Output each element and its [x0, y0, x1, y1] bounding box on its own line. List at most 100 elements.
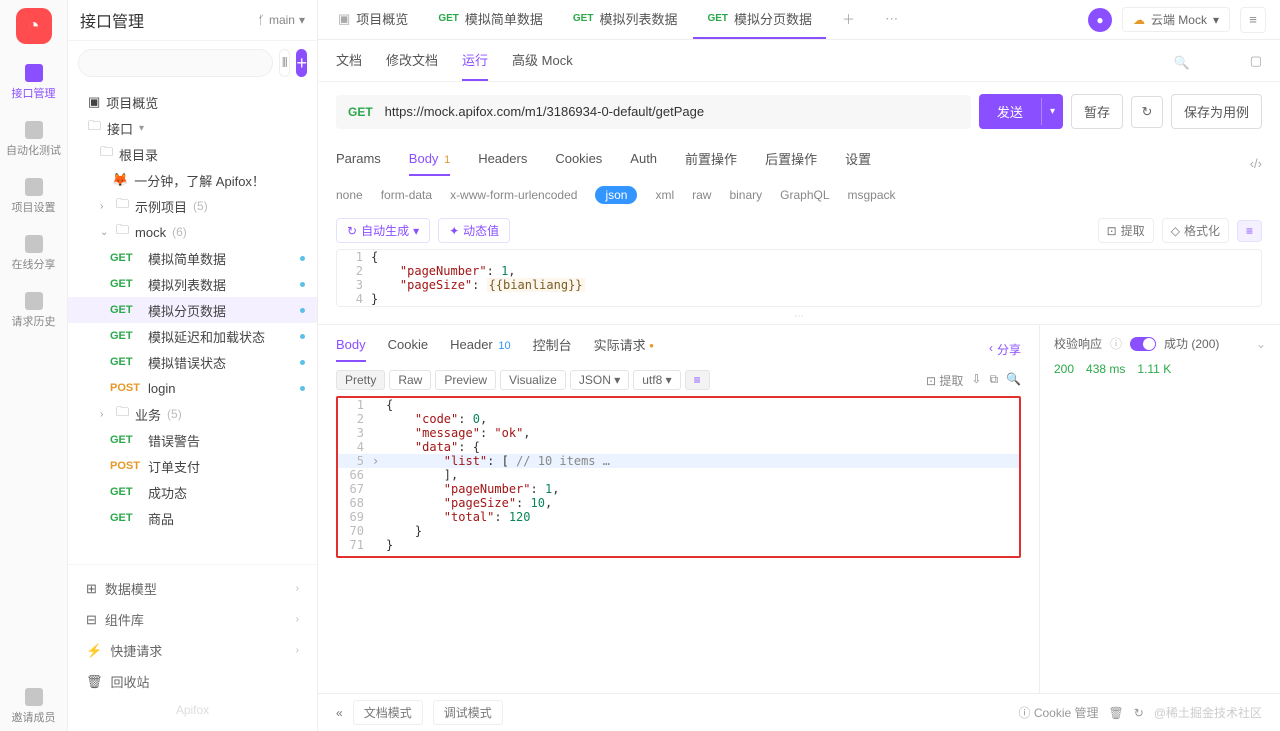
- reqtab-body[interactable]: Body 1: [409, 151, 450, 176]
- trash-icon[interactable]: 🗑: [1109, 706, 1124, 720]
- rail-history[interactable]: 请求历史: [6, 286, 62, 335]
- save-as-button[interactable]: 保存为用例: [1171, 94, 1262, 129]
- format-select[interactable]: JSON ▾: [570, 370, 629, 390]
- seg-visualize[interactable]: Visualize: [500, 370, 566, 390]
- body-type-raw[interactable]: raw: [692, 188, 711, 202]
- branch-selector[interactable]: ᚶ main ▾: [258, 13, 305, 27]
- wrap-toggle[interactable]: ≡: [685, 370, 710, 390]
- subtab-doc[interactable]: 文档: [336, 50, 362, 81]
- resptab-cookie[interactable]: Cookie: [388, 337, 428, 362]
- seg-pretty[interactable]: Pretty: [336, 370, 385, 390]
- download-icon[interactable]: ⇩: [971, 372, 981, 389]
- tree-folder-biz[interactable]: ›🗀业务 (5): [68, 401, 317, 427]
- tab-page[interactable]: GET模拟分页数据: [693, 0, 826, 39]
- rail-api-mgmt[interactable]: 接口管理: [6, 58, 62, 107]
- reqtab-settings[interactable]: 设置: [845, 149, 871, 178]
- response-body-editor[interactable]: 1{2 "code": 0,3 "message": "ok",4 "data"…: [336, 396, 1021, 558]
- body-type-binary[interactable]: binary: [729, 188, 762, 202]
- body-type-none[interactable]: none: [336, 188, 363, 202]
- url-input[interactable]: GEThttps://mock.apifox.com/m1/3186934-0-…: [336, 95, 971, 129]
- encoding-select[interactable]: utf8 ▾: [633, 370, 680, 390]
- mode-debug[interactable]: 调试模式: [433, 700, 503, 725]
- reset-button[interactable]: ↻: [1131, 96, 1163, 128]
- sb-datamodel[interactable]: ⊞数据模型›: [68, 573, 317, 604]
- rail-share[interactable]: 在线分享: [6, 229, 62, 278]
- tree-quickstart[interactable]: 🦊一分钟，了解 Apifox！: [68, 167, 317, 193]
- body-type-form-data[interactable]: form-data: [381, 188, 432, 202]
- tree-root[interactable]: 🗀根目录: [68, 141, 317, 167]
- rail-invite[interactable]: 邀请成员: [6, 682, 62, 731]
- subtab-edit[interactable]: 修改文档: [386, 50, 438, 81]
- reqtab-headers[interactable]: Headers: [478, 151, 527, 176]
- resp-extract-button[interactable]: ⊡ 提取: [926, 372, 963, 389]
- body-type-xml[interactable]: xml: [655, 188, 674, 202]
- share-button[interactable]: ‹ 分享: [989, 341, 1021, 358]
- subtab-mock[interactable]: 高级 Mock: [512, 50, 573, 81]
- add-button[interactable]: +: [296, 49, 307, 77]
- tree-overview[interactable]: ▣项目概览: [68, 89, 317, 115]
- rail-automation[interactable]: 自动化测试: [6, 115, 62, 164]
- send-dropdown[interactable]: ▾: [1041, 98, 1063, 125]
- chevron-down-icon[interactable]: ⌄: [1256, 337, 1266, 351]
- menu-button[interactable]: ≡: [1240, 7, 1266, 33]
- collapse-button[interactable]: «: [336, 706, 343, 720]
- mode-doc[interactable]: 文档模式: [353, 700, 423, 725]
- reqtab-pre[interactable]: 前置操作: [685, 149, 737, 178]
- reqtab-cookies[interactable]: Cookies: [555, 151, 602, 176]
- refresh-icon[interactable]: ↻: [1134, 706, 1144, 720]
- tab-list[interactable]: GET模拟列表数据: [559, 0, 692, 39]
- expand-icon[interactable]: ▢: [1250, 53, 1262, 79]
- dynamic-button[interactable]: ✦ 动态值: [438, 218, 510, 243]
- resptab-header[interactable]: Header 10: [450, 337, 511, 362]
- cookie-mgmt[interactable]: ⓘ Cookie 管理: [1018, 704, 1098, 721]
- search-input[interactable]: [78, 49, 273, 77]
- sb-trash[interactable]: 🗑回收站: [68, 666, 317, 697]
- tree-folder-example[interactable]: ›🗀示例项目 (5): [68, 193, 317, 219]
- body-type-msgpack[interactable]: msgpack: [848, 188, 896, 202]
- resptab-body[interactable]: Body: [336, 337, 366, 362]
- seg-preview[interactable]: Preview: [435, 370, 496, 390]
- resize-handle[interactable]: ⋯: [318, 311, 1280, 324]
- api-item[interactable]: GET商品: [68, 505, 317, 531]
- api-item[interactable]: POST订单支付: [68, 453, 317, 479]
- send-button[interactable]: 发送▾: [979, 94, 1063, 129]
- api-item[interactable]: GET错误警告: [68, 427, 317, 453]
- tree-folder-mock[interactable]: ⌄🗀mock (6): [68, 219, 317, 245]
- help-icon[interactable]: ⓘ: [1110, 335, 1122, 352]
- extract-button[interactable]: ⊡ 提取: [1098, 218, 1154, 243]
- code-icon[interactable]: ‹/›: [1250, 156, 1262, 171]
- api-item[interactable]: GET模拟简单数据: [68, 245, 317, 271]
- api-item[interactable]: POSTlogin: [68, 375, 317, 401]
- filter-button[interactable]: ⫴: [279, 49, 290, 77]
- request-body-editor[interactable]: 1{2 "pageNumber": 1,3 "pageSize": {{bian…: [336, 249, 1262, 307]
- tab-overview[interactable]: ▣项目概览: [324, 0, 422, 39]
- subtab-run[interactable]: 运行: [462, 50, 488, 81]
- api-item[interactable]: GET模拟列表数据: [68, 271, 317, 297]
- env-selector[interactable]: ☁云端 Mock ▾: [1122, 7, 1230, 32]
- autogen-button[interactable]: ↻ 自动生成 ▾: [336, 218, 430, 243]
- tab-more[interactable]: ⋯: [871, 0, 912, 39]
- format-button[interactable]: ◇ 格式化: [1162, 218, 1229, 243]
- body-type-x-www-form-urlencoded[interactable]: x-www-form-urlencoded: [450, 188, 577, 202]
- body-type-json[interactable]: json: [595, 186, 637, 204]
- tab-add[interactable]: ＋: [828, 0, 869, 39]
- seg-raw[interactable]: Raw: [389, 370, 431, 390]
- search-icon[interactable]: 🔍: [1006, 372, 1021, 389]
- user-avatar[interactable]: ●: [1088, 8, 1112, 32]
- wrap-button[interactable]: ≡: [1237, 220, 1262, 242]
- api-item[interactable]: GET成功态: [68, 479, 317, 505]
- sb-quickreq[interactable]: ⚡快捷请求›: [68, 635, 317, 666]
- reqtab-auth[interactable]: Auth: [630, 151, 657, 176]
- tab-simple[interactable]: GET模拟简单数据: [424, 0, 557, 39]
- resptab-console[interactable]: 控制台: [533, 335, 572, 364]
- resptab-actual[interactable]: 实际请求 •: [594, 335, 654, 364]
- stash-button[interactable]: 暂存: [1071, 94, 1123, 129]
- copy-icon[interactable]: ⧉: [989, 372, 998, 389]
- api-item[interactable]: GET模拟错误状态: [68, 349, 317, 375]
- body-type-GraphQL[interactable]: GraphQL: [780, 188, 829, 202]
- sb-components[interactable]: ⊟组件库›: [68, 604, 317, 635]
- reqtab-post[interactable]: 后置操作: [765, 149, 817, 178]
- tree-interfaces[interactable]: 🗀接口 ▾: [68, 115, 317, 141]
- api-item[interactable]: GET模拟分页数据: [68, 297, 317, 323]
- api-item[interactable]: GET模拟延迟和加载状态: [68, 323, 317, 349]
